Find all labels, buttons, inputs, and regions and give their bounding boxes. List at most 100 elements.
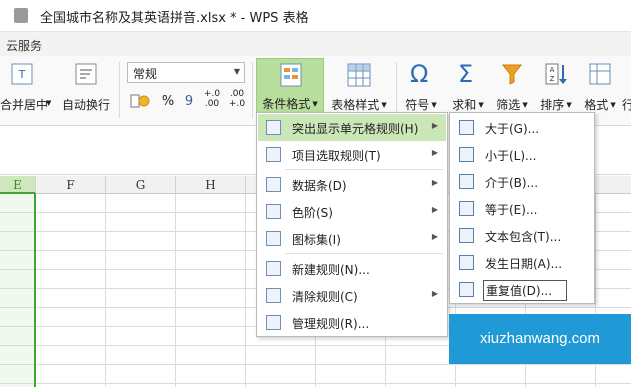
menu-item-label: 清除规则(C) <box>292 290 358 304</box>
text-contains-icon <box>459 228 474 243</box>
icon-sets-icon <box>266 231 281 246</box>
date-occurring-icon <box>459 255 474 270</box>
merge-center-icon: T <box>11 63 33 85</box>
omega-icon: Ω <box>410 60 429 88</box>
conditional-format-icon <box>280 63 302 87</box>
wrap-text-icon <box>75 63 97 85</box>
ribbon-separator <box>252 62 253 118</box>
wrap-text-label: 自动换行 <box>61 98 110 112</box>
table-style-icon <box>347 63 371 87</box>
merge-center-button[interactable]: T 合并居中 ▼ <box>0 58 52 122</box>
submenu-item-text-contains[interactable]: 文本包含(T)... <box>451 222 593 249</box>
column-header-f[interactable]: F <box>36 176 106 194</box>
submenu-item-greater-than[interactable]: 大于(G)... <box>451 114 593 141</box>
title-bar: 全国城市名称及其英语拼音.xlsx * - WPS 表格 <box>0 0 631 32</box>
menu-separator <box>285 169 443 170</box>
table-style-label: 表格样式 ▼ <box>331 98 387 112</box>
submenu-item-label: 重复值(D)... <box>483 280 568 301</box>
menu-item-highlight-rules[interactable]: 突出显示单元格规则(H) ▶ <box>258 114 446 141</box>
menu-item-data-bars[interactable]: 数据条(D) ▶ <box>258 171 446 198</box>
menu-item-label: 新建规则(N)... <box>292 263 370 277</box>
column-header-h[interactable]: H <box>176 176 246 194</box>
color-scales-icon <box>266 204 281 219</box>
duplicate-values-icon <box>459 282 474 297</box>
new-rule-icon <box>266 261 281 276</box>
column-header-e[interactable]: E <box>0 176 36 194</box>
chevron-down-icon: ▼ <box>46 99 52 107</box>
comma-style-button[interactable]: 9 <box>182 94 196 114</box>
symbol-label: 符号 ▼ <box>405 98 437 112</box>
submenu-item-equal-to[interactable]: 等于(E)... <box>451 195 593 222</box>
menu-item-top-bottom-rules[interactable]: 项目选取规则(T) ▶ <box>258 141 446 168</box>
submenu-item-label: 小于(L)... <box>485 149 537 163</box>
highlight-rules-icon <box>266 120 281 135</box>
chevron-right-icon: ▶ <box>431 232 438 241</box>
menu-item-new-rule[interactable]: 新建规则(N)... <box>258 255 446 282</box>
sum-label: 求和 ▼ <box>452 98 484 112</box>
svg-text:A: A <box>550 66 555 74</box>
ribbon-overflow-label[interactable]: 行 <box>622 96 631 114</box>
merge-center-label: 合并居中 <box>0 98 49 112</box>
submenu-item-label: 文本包含(T)... <box>485 230 562 244</box>
submenu-item-label: 发生日期(A)... <box>485 257 563 271</box>
funnel-icon <box>501 64 523 85</box>
greater-than-icon <box>459 120 474 135</box>
sort-label: 排序 ▼ <box>540 98 572 112</box>
number-format-value: 常规 <box>133 67 158 81</box>
menu-item-label: 色阶(S) <box>292 206 333 220</box>
sort-icon: A Z <box>545 63 567 85</box>
submenu-item-duplicate-values[interactable]: 重复值(D)... <box>451 276 593 303</box>
menu-item-label: 数据条(D) <box>292 179 347 193</box>
chevron-down-icon: ▼ <box>233 67 240 76</box>
column-header-g[interactable]: G <box>106 176 176 194</box>
selected-column <box>0 194 36 387</box>
number-format-select[interactable]: 常规 ▼ <box>127 62 245 83</box>
svg-text:Z: Z <box>550 75 555 83</box>
increase-decimal-button[interactable]: +.0 .00 <box>201 89 223 115</box>
conditional-format-button[interactable]: 条件格式 ▼ <box>256 58 324 116</box>
ribbon-separator <box>396 62 397 118</box>
window-title: 全国城市名称及其英语拼音.xlsx * - WPS 表格 <box>40 11 309 26</box>
currency-button[interactable] <box>128 92 156 112</box>
chevron-right-icon: ▶ <box>431 205 438 214</box>
submenu-item-label: 大于(G)... <box>485 122 540 136</box>
menu-item-color-scales[interactable]: 色阶(S) ▶ <box>258 198 446 225</box>
file-icon <box>14 8 28 23</box>
clear-rules-icon <box>266 288 281 303</box>
menu-bar: 云服务 <box>0 32 631 56</box>
menu-item-label: 项目选取规则(T) <box>292 149 381 163</box>
menu-item-icon-sets[interactable]: 图标集(I) ▶ <box>258 225 446 252</box>
currency-icon <box>130 94 150 108</box>
submenu-item-date-occurring[interactable]: 发生日期(A)... <box>451 249 593 276</box>
less-than-icon <box>459 147 474 162</box>
filter-label: 筛选 ▼ <box>496 98 528 112</box>
menu-item-manage-rules[interactable]: 管理规则(R)... <box>258 309 446 336</box>
format-label: 格式 ▼ <box>584 98 616 112</box>
decrease-decimal-button[interactable]: .00 +.0 <box>226 89 248 115</box>
menu-item-label: 突出显示单元格规则(H) <box>292 122 419 136</box>
highlight-rules-submenu: 大于(G)... 小于(L)... 介于(B)... 等于(E)... 文本包含… <box>449 112 595 304</box>
chevron-right-icon: ▶ <box>431 148 438 157</box>
top-bottom-rules-icon <box>266 147 281 162</box>
chevron-right-icon: ▶ <box>431 121 438 130</box>
menu-cloud-service[interactable]: 云服务 <box>6 37 42 54</box>
submenu-item-between[interactable]: 介于(B)... <box>451 168 593 195</box>
conditional-format-menu: 突出显示单元格规则(H) ▶ 项目选取规则(T) ▶ 数据条(D) ▶ 色阶(S… <box>256 112 448 337</box>
menu-item-label: 管理规则(R)... <box>292 317 370 331</box>
ribbon-separator <box>119 62 120 118</box>
percent-button[interactable]: % <box>160 94 176 114</box>
between-icon <box>459 174 474 189</box>
conditional-format-label: 条件格式 ▼ <box>262 97 318 111</box>
sigma-icon: Σ <box>458 60 474 88</box>
watermark: xiuzhanwang.com <box>449 314 631 364</box>
submenu-item-label: 介于(B)... <box>485 176 539 190</box>
menu-item-label: 图标集(I) <box>292 233 341 247</box>
chevron-right-icon: ▶ <box>431 178 438 187</box>
chevron-right-icon: ▶ <box>431 289 438 298</box>
format-icon <box>589 63 611 85</box>
wrap-text-button[interactable]: 自动换行 <box>58 58 114 122</box>
submenu-item-less-than[interactable]: 小于(L)... <box>451 141 593 168</box>
menu-separator <box>285 253 443 254</box>
svg-text:T: T <box>18 68 26 81</box>
menu-item-clear-rules[interactable]: 清除规则(C) ▶ <box>258 282 446 309</box>
